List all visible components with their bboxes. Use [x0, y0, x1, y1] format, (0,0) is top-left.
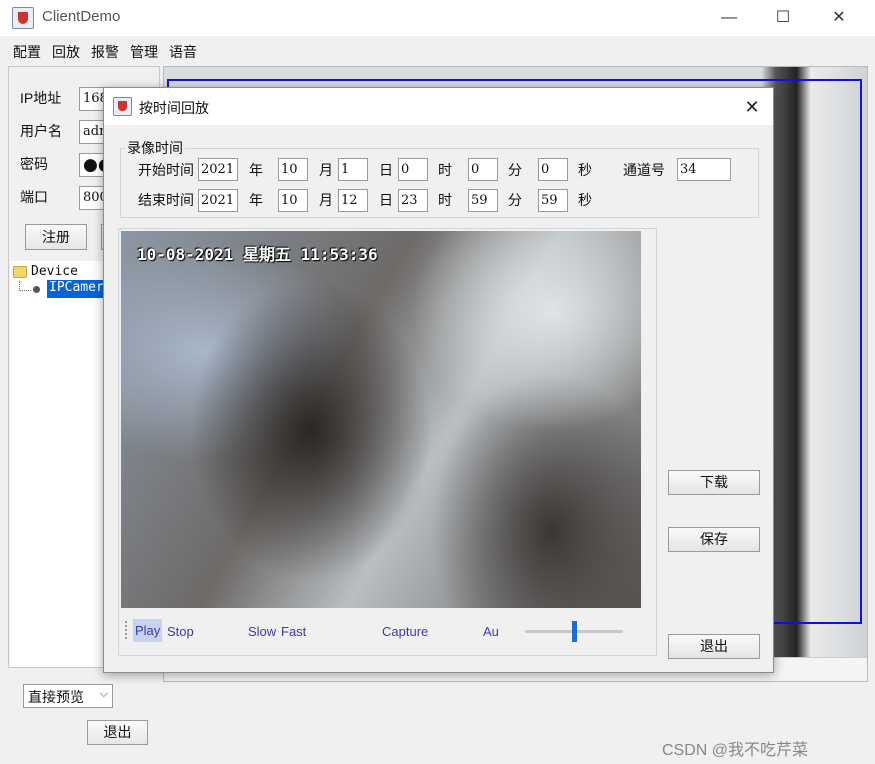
save-button[interactable]: 保存 [668, 527, 760, 552]
end-year-unit: 年 [249, 192, 263, 208]
playback-panel: 10-08-2021 星期五 11:53:36 Play Stop Slow F… [118, 228, 657, 656]
end-month-unit: 月 [319, 192, 333, 208]
maximize-button[interactable]: ☐ [758, 4, 808, 32]
ip-label: IP地址 [20, 90, 62, 106]
start-time-label: 开始时间 [138, 162, 194, 178]
close-button[interactable]: ✕ [814, 4, 864, 32]
tree-connector [19, 281, 31, 291]
play-button[interactable]: Play [133, 619, 163, 642]
chevron-down-icon: ⌵ [99, 688, 108, 700]
java-app-icon [12, 7, 34, 29]
end-minute-field[interactable]: 59 [468, 189, 498, 212]
slow-button[interactable]: Slow [248, 624, 276, 639]
download-button[interactable]: 下载 [668, 470, 760, 495]
playback-toolbar: Play Stop Slow Fast Capture Au [121, 615, 655, 643]
start-minute-unit: 分 [508, 162, 522, 178]
watermark: CSDN @我不吃芹菜 [662, 742, 809, 759]
channel-label: 通道号 [623, 162, 665, 178]
end-day-unit: 日 [379, 192, 393, 208]
start-day-field[interactable]: 1 [338, 158, 368, 181]
dialog-exit-button[interactable]: 退出 [668, 634, 760, 659]
menu-manage[interactable]: 管理 [130, 42, 158, 62]
start-second-field[interactable]: 0 [538, 158, 568, 181]
tree-leaf-icon [33, 286, 40, 293]
stop-button[interactable]: Stop [167, 624, 194, 639]
end-hour-field[interactable]: 23 [398, 189, 428, 212]
folder-icon [13, 266, 27, 278]
audio-button[interactable]: Au [483, 624, 499, 639]
minimize-button[interactable]: — [704, 4, 754, 32]
main-exit-button[interactable]: 退出 [87, 720, 148, 745]
start-year-unit: 年 [249, 162, 263, 178]
osd-timestamp: 10-08-2021 星期五 11:53:36 [137, 245, 378, 264]
menu-config[interactable]: 配置 [13, 42, 41, 62]
start-month-field[interactable]: 10 [278, 158, 308, 181]
start-second-unit: 秒 [578, 162, 592, 178]
toolbar-grip[interactable] [125, 621, 128, 639]
menu-bar: 配置 回放 报警 管理 语音 [0, 36, 875, 64]
end-hour-unit: 时 [438, 192, 452, 208]
fast-button[interactable]: Fast [281, 624, 306, 639]
capture-button[interactable]: Capture [382, 624, 428, 639]
dialog-title-bar: 按时间回放 ✕ [104, 88, 773, 125]
dialog-close-button[interactable]: ✕ [740, 95, 764, 119]
preview-mode-value: 直接预览 [28, 689, 84, 705]
start-hour-field[interactable]: 0 [398, 158, 428, 181]
menu-alarm[interactable]: 报警 [91, 42, 119, 62]
start-month-unit: 月 [319, 162, 333, 178]
start-year-field[interactable]: 2021 [198, 158, 238, 181]
volume-slider-thumb[interactable] [571, 621, 577, 642]
end-second-unit: 秒 [578, 192, 592, 208]
record-time-group-title: 录像时间 [125, 138, 185, 158]
title-bar: ClientDemo — ☐ ✕ [0, 0, 875, 36]
app-title: ClientDemo [42, 8, 121, 25]
channel-field[interactable]: 34 [677, 158, 731, 181]
playback-video[interactable]: 10-08-2021 星期五 11:53:36 [121, 231, 641, 608]
menu-voice[interactable]: 语音 [169, 42, 197, 62]
start-hour-unit: 时 [438, 162, 452, 178]
end-day-field[interactable]: 12 [338, 189, 368, 212]
preview-mode-select[interactable]: 直接预览 ⌵ [23, 684, 113, 708]
dialog-title: 按时间回放 [139, 100, 209, 116]
menu-playback[interactable]: 回放 [52, 42, 80, 62]
end-second-field[interactable]: 59 [538, 189, 568, 212]
end-time-label: 结束时间 [138, 192, 194, 208]
end-year-field[interactable]: 2021 [198, 189, 238, 212]
register-button[interactable]: 注册 [25, 224, 87, 250]
tree-root-label: Device [31, 264, 78, 279]
end-minute-unit: 分 [508, 192, 522, 208]
password-label: 密码 [20, 156, 48, 172]
username-label: 用户名 [20, 123, 62, 139]
port-label: 端口 [20, 189, 48, 205]
java-app-icon [113, 97, 132, 116]
start-minute-field[interactable]: 0 [468, 158, 498, 181]
end-month-field[interactable]: 10 [278, 189, 308, 212]
playback-by-time-dialog: 按时间回放 ✕ 录像时间 开始时间 2021 年 10 月 1 日 0 时 0 … [103, 87, 774, 673]
start-day-unit: 日 [379, 162, 393, 178]
